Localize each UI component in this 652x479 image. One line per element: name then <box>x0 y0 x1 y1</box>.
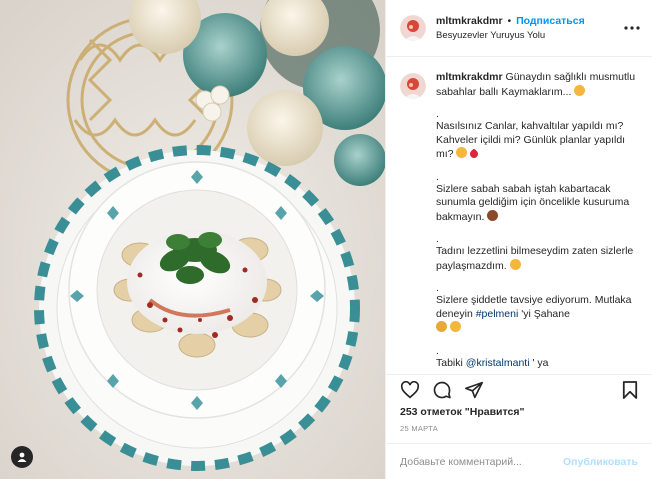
caption-paragraph-5: Sizlere şiddetle tavsiye ediyorum. Mutla… <box>436 294 638 336</box>
hashtag-link[interactable]: #pelmeni <box>476 308 519 320</box>
comment-bubble-icon[interactable] <box>430 378 454 402</box>
paper-plane-icon[interactable] <box>462 378 486 402</box>
person-bowing-emoji-icon <box>487 209 499 221</box>
caption: mltmkrakdmr Günaydın sağlıklı musmutlu sa… <box>400 71 638 374</box>
caption-p3-text: Sizlere sabah sabah iştah kabartacak sun… <box>436 182 630 223</box>
comment-input[interactable] <box>400 455 564 468</box>
caption-text: mltmkrakdmr Günaydın sağlıklı musmutlu sa… <box>436 71 638 374</box>
caption-avatar[interactable] <box>400 73 426 99</box>
comments-area[interactable]: mltmkrakdmr Günaydın sağlıklı musmutlu sa… <box>386 57 652 374</box>
location-link[interactable]: Besyuzevler Yuruyus Yolu <box>436 30 622 41</box>
more-dots-icon[interactable] <box>622 18 642 38</box>
publish-button[interactable]: Опубликовать <box>563 456 638 468</box>
ok-hand-emoji-icon <box>436 321 447 332</box>
caption-paragraph-4: Tadını lezzetlini bilmeseydim zaten sizl… <box>436 245 638 273</box>
red-heart-icon <box>468 148 481 160</box>
heart-icon[interactable] <box>398 378 422 402</box>
grin-emoji-icon <box>456 147 468 158</box>
mention-link[interactable]: @kristalmanti <box>466 357 530 369</box>
caption-username[interactable]: mltmkrakdmr <box>436 71 503 83</box>
caption-p5-end: 'yi Şahane <box>521 307 570 320</box>
avatar[interactable] <box>400 15 426 41</box>
caption-p6-end: ' ya <box>532 356 549 369</box>
caption-separator: . <box>436 282 439 294</box>
separator-dot: • <box>507 15 512 27</box>
action-bar <box>386 374 652 404</box>
caption-paragraph-6: Tabiki @kristalmanti ' ya <box>436 357 638 371</box>
header-line: mltmkrakdmr • Подписаться <box>436 15 622 27</box>
post-date[interactable]: 25 МАРТА <box>386 418 652 433</box>
caption-paragraph-2: Nasılsınız Canlar, kahvaltılar yapıldı m… <box>436 120 638 162</box>
caption-p6-text: Tabiki <box>436 356 463 369</box>
caption-separator: . <box>436 108 439 120</box>
user-tag-icon[interactable] <box>11 446 33 468</box>
likes-count[interactable]: 253 отметок "Нравится" <box>386 404 652 418</box>
username-link[interactable]: mltmkrakdmr <box>436 15 503 27</box>
caption-paragraph-1: mltmkrakdmr Günaydın sağlıklı musmutlu sa… <box>436 71 638 99</box>
caption-separator: . <box>436 233 439 245</box>
caption-separator: . <box>436 170 439 183</box>
caption-separator: . <box>436 344 439 357</box>
post-header: mltmkrakdmr • Подписаться Besyuzevler Yu… <box>386 0 652 57</box>
post-image[interactable] <box>0 0 385 479</box>
smiling-hearts-emoji-icon <box>574 84 586 96</box>
header-text: mltmkrakdmr • Подписаться Besyuzevler Yu… <box>436 15 622 41</box>
caption-paragraph-3: Sizlere sabah sabah iştah kabartacak sun… <box>436 183 638 225</box>
bookmark-icon[interactable] <box>618 378 642 402</box>
hugging-emoji-icon <box>509 258 521 270</box>
instagram-post: mltmkrakdmr • Подписаться Besyuzevler Yu… <box>0 0 652 479</box>
post-side-panel: mltmkrakdmr • Подписаться Besyuzevler Yu… <box>385 0 652 479</box>
food-photo <box>0 0 385 479</box>
heart-eyes-emoji-icon <box>449 321 461 332</box>
caption-p4-text: Tadını lezzetlini bilmeseydim zaten sizl… <box>436 245 634 272</box>
comment-bar: Опубликовать <box>386 443 652 479</box>
follow-button[interactable]: Подписаться <box>516 15 585 27</box>
